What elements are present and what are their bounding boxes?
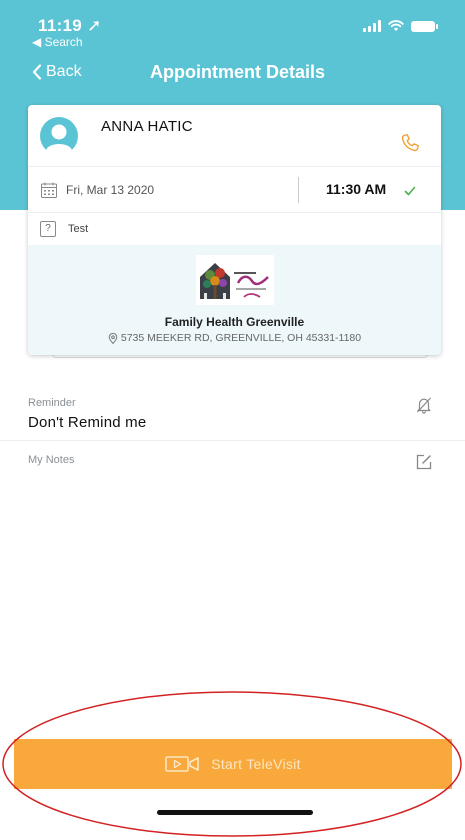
provider-address-text: 5735 MEEKER RD, GREENVILLE, OH 45331-118…: [120, 332, 362, 344]
phone-icon[interactable]: [399, 132, 421, 154]
televisit-label: Start TeleVisit: [211, 756, 301, 772]
appointment-reason: Test: [68, 223, 89, 235]
patient-name: ANNA HATIC: [101, 118, 193, 135]
provider-logo: [196, 255, 274, 305]
appointment-card: ANNA HATIC Fri, Mar 13 2020 11:30 AM ? T…: [28, 105, 441, 355]
page-title: Appointment Details: [149, 62, 325, 82]
status-time: 11:19 ➚: [38, 16, 102, 35]
provider-section: Family Health Greenville 5735 MEEKER RD,…: [28, 245, 441, 355]
reason-row: ? Test: [28, 213, 441, 245]
calendar-icon: [41, 182, 57, 198]
appointment-time: 11:30 AM: [326, 181, 387, 197]
notes-label: My Notes: [28, 454, 75, 466]
video-camera-icon: [165, 756, 200, 772]
note-edit-icon[interactable]: [415, 453, 433, 471]
provider-address[interactable]: 5735 MEEKER RD, GREENVILLE, OH 45331-118…: [28, 332, 441, 344]
bell-off-icon[interactable]: [415, 396, 433, 414]
reminder-value: Don't Remind me: [28, 414, 147, 431]
wifi-icon: [388, 20, 404, 31]
reminder-row[interactable]: Reminder Don't Remind me: [0, 388, 465, 441]
nav-bar: Back Appointment Details: [0, 54, 465, 94]
patient-row: ANNA HATIC: [28, 105, 441, 167]
appointment-date: Fri, Mar 13 2020: [66, 183, 155, 197]
home-indicator[interactable]: [157, 810, 313, 815]
location-pin-icon: [108, 332, 118, 344]
question-icon: ?: [40, 221, 56, 237]
avatar-icon: [40, 117, 78, 155]
provider-name: Family Health Greenville: [164, 315, 305, 329]
datetime-divider: [298, 177, 299, 203]
reminder-label: Reminder: [28, 397, 76, 409]
status-bar: 11:19 ➚ ◀ Search: [0, 0, 465, 52]
check-icon: [404, 186, 416, 196]
start-televisit-button[interactable]: Start TeleVisit: [14, 739, 452, 789]
notes-row[interactable]: My Notes: [0, 441, 465, 481]
status-icons: [363, 20, 438, 32]
battery-icon: [411, 20, 438, 32]
signal-icon: [363, 20, 381, 32]
datetime-row: Fri, Mar 13 2020 11:30 AM: [28, 167, 441, 213]
back-to-search-link[interactable]: ◀ Search: [32, 35, 83, 49]
